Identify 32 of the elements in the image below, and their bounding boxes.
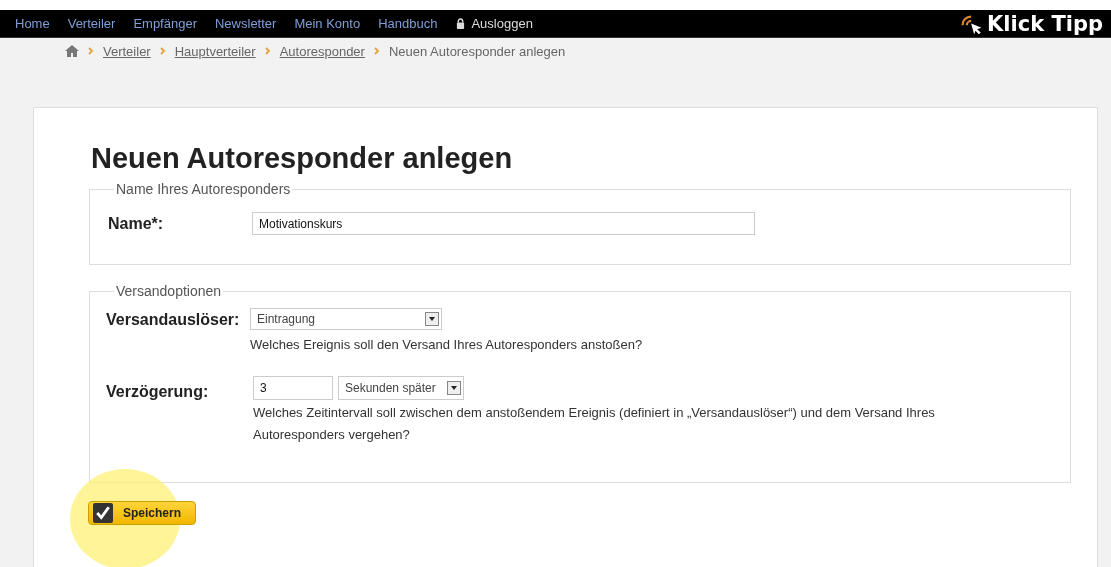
nav-link[interactable]: Ausloggen <box>446 16 542 31</box>
fieldset-legend: Versandoptionen <box>114 283 224 299</box>
fieldset-legend: Name Ihres Autoresponders <box>114 181 293 197</box>
nav-link[interactable]: Empfänger <box>124 16 206 31</box>
breadcrumb-link[interactable]: Hauptverteiler <box>174 43 256 59</box>
name-input[interactable]: Motivationskurs <box>252 212 755 235</box>
trigger-select[interactable]: Eintragung <box>250 308 442 330</box>
field-label: Verzögerung: <box>106 383 210 401</box>
nav-link[interactable]: Home <box>6 16 59 31</box>
page-title: Neuen Autoresponder anlegen <box>91 142 514 175</box>
chevron-icon <box>88 47 94 55</box>
help-text: Welches Ereignis soll den Versand Ihres Autoresponders anstoßen? <box>250 336 643 354</box>
field-label: Name*: <box>107 214 165 233</box>
home-icon[interactable] <box>65 45 79 57</box>
unit-select[interactable]: Sekunden später <box>338 376 464 400</box>
save-button[interactable]: Speichern <box>88 501 197 525</box>
lock-icon <box>456 18 466 29</box>
chevron-icon <box>264 47 271 55</box>
nav-link[interactable]: Mein Konto <box>285 16 370 31</box>
delay-input[interactable]: 3 <box>253 376 333 400</box>
breadcrumb-link[interactable]: Verteiler <box>103 43 151 59</box>
breadcrumb-link[interactable]: Autoresponder <box>279 43 365 59</box>
checkmark-icon <box>93 503 113 523</box>
logo-text: Klick Tipp <box>987 11 1103 36</box>
breadcrumb-current: Neuen Autoresponder anlegen <box>388 43 566 59</box>
field-label: Versandauslöser: <box>106 311 241 329</box>
chevron-icon <box>159 47 166 55</box>
nav-link[interactable]: Newsletter <box>206 16 286 31</box>
chevron-icon <box>373 47 380 55</box>
help-text: Welches Zeitintervall soll zwischen dem anstoßendem Ereignis (definiert in „Versandauslöser“) und dem Versand Ihres Autoresponders vergehen? <box>253 404 936 444</box>
nav-link[interactable]: Handbuch <box>369 16 447 31</box>
nav-link[interactable]: Verteiler <box>58 16 125 31</box>
